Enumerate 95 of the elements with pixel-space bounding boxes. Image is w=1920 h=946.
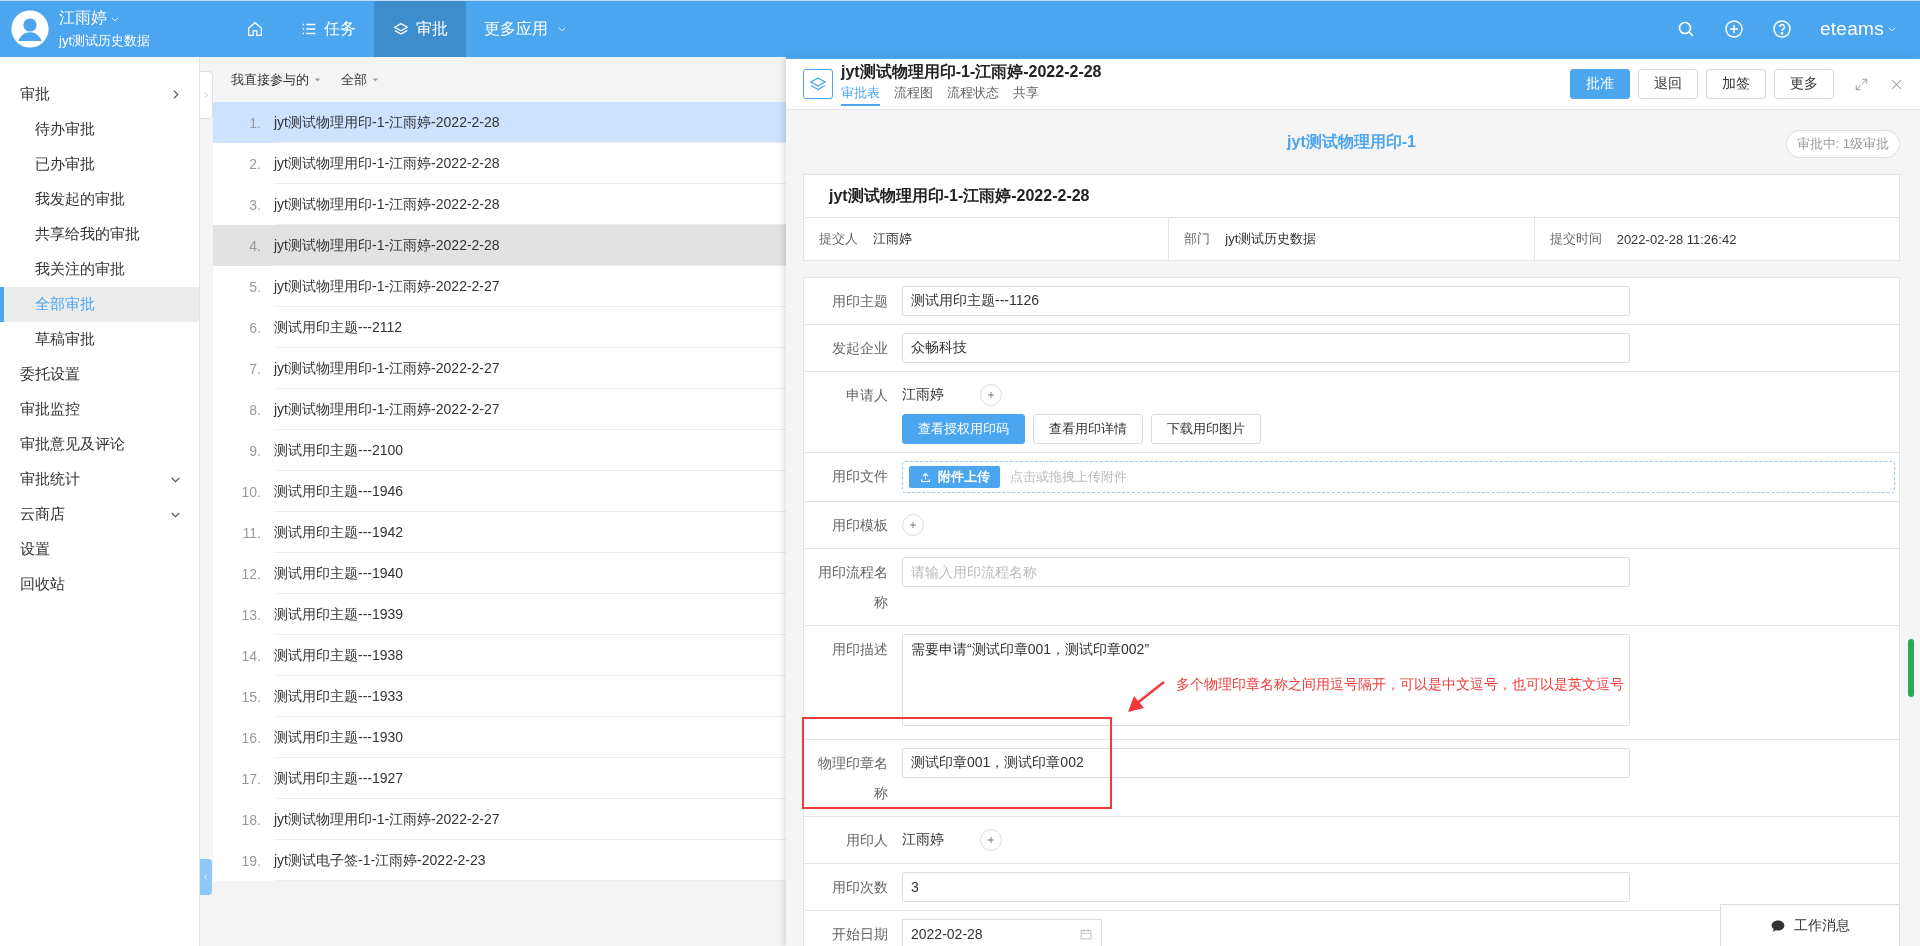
home-icon: [246, 20, 264, 38]
row-number: 15.: [240, 688, 262, 705]
chat-bubble-icon: [1770, 918, 1786, 934]
sidebar-item[interactable]: 回收站: [0, 567, 199, 602]
field-label: 提交时间: [1549, 230, 1602, 248]
organization-name: jyt测试历史数据: [59, 32, 150, 50]
plus-icon: [985, 834, 997, 846]
form-button[interactable]: 查看用印详情: [1033, 414, 1143, 444]
sidebar-item[interactable]: 设置: [0, 532, 199, 567]
input-field[interactable]: 测试用印主题---1126: [902, 286, 1630, 316]
field-label: 用印流程名称: [817, 563, 889, 612]
row-number: 11.: [241, 524, 262, 541]
date-field[interactable]: 2022-02-28: [902, 919, 1102, 946]
collapse-tab[interactable]: [200, 859, 212, 895]
sidebar-item[interactable]: 审批监控: [0, 392, 199, 427]
field-label: 物理印章名称: [817, 754, 889, 803]
detail-tab[interactable]: 共享: [1013, 84, 1039, 106]
input-field[interactable]: 众畅科技: [902, 333, 1630, 363]
annotation-text: 多个物理印章名称之间用逗号隔开，可以是中文逗号，也可以是英文逗号: [1176, 676, 1624, 694]
row-number: 7.: [248, 360, 262, 377]
upload-icon: [919, 470, 932, 484]
row-number: 1.: [248, 114, 262, 131]
sidebar-item[interactable]: 我发起的审批: [0, 182, 199, 217]
input-field[interactable]: 测试印章001，测试印章002: [902, 748, 1630, 778]
sidebar-item[interactable]: 已办审批: [0, 147, 199, 182]
input-field[interactable]: 请输入用印流程名称: [902, 557, 1630, 587]
row-number: 3.: [248, 196, 262, 213]
row-number: 9.: [248, 442, 262, 459]
field-value: jyt测试历史数据: [1225, 230, 1317, 248]
input-field[interactable]: 3: [902, 872, 1630, 902]
sidebar-item[interactable]: 委托设置: [0, 357, 199, 392]
upload-hint: 点击或拖拽上传附件: [1010, 468, 1127, 486]
row-number: 12.: [240, 565, 262, 582]
action-button[interactable]: 退回: [1638, 69, 1698, 99]
calendar-icon: [1079, 927, 1093, 941]
list-row[interactable]: 19. jyt测试电子签-1-江雨婷-2022-2-23: [213, 840, 786, 881]
row-number: 8.: [248, 401, 262, 418]
field-label: 申请人: [845, 386, 889, 405]
detail-tab[interactable]: 流程图: [894, 84, 933, 106]
field-value: 江雨婷: [873, 230, 912, 248]
status-badge: 审批中: 1级审批: [1785, 130, 1900, 158]
filter-dropdown[interactable]: 全部: [341, 70, 381, 89]
plus-icon: [907, 519, 919, 531]
sidebar-item[interactable]: 云商店: [0, 497, 199, 532]
field-label: 用印描述: [831, 640, 889, 659]
person-name: 江雨婷: [902, 386, 944, 404]
sidebar-item[interactable]: 审批: [0, 77, 199, 112]
scrollbar-thumb[interactable]: [1908, 639, 1914, 697]
field-label: 发起企业: [831, 339, 889, 358]
row-number: 18.: [240, 811, 262, 828]
filter-dropdown[interactable]: 我直接参与的: [231, 70, 323, 89]
sidebar-item[interactable]: 审批统计: [0, 462, 199, 497]
expand-icon[interactable]: [1854, 76, 1869, 92]
form-button[interactable]: 下载用印图片: [1151, 414, 1261, 444]
row-number: 14.: [240, 647, 262, 664]
row-number: 19.: [240, 852, 262, 869]
row-number: 5.: [248, 278, 262, 295]
row-title: jyt测试电子签-1-江雨婷-2022-2-23: [274, 840, 786, 881]
row-number: 17.: [240, 770, 262, 787]
row-number: 4.: [248, 237, 262, 254]
help-icon[interactable]: [1771, 19, 1792, 39]
field-label: 用印模板: [831, 516, 889, 535]
collapse-tab[interactable]: [200, 71, 213, 119]
field-label: 用印次数: [831, 878, 889, 897]
card-title: jyt测试物理用印-1-江雨婷-2022-2-28: [804, 175, 1899, 218]
field-label: 部门: [1184, 230, 1211, 248]
field-label: 用印人: [845, 831, 889, 850]
row-number: 10.: [240, 483, 262, 500]
plus-circle-icon[interactable]: [1723, 19, 1744, 39]
field-label: 用印文件: [831, 467, 889, 486]
row-number: 6.: [248, 319, 262, 336]
action-button[interactable]: 加签: [1706, 69, 1766, 99]
chat-button[interactable]: 工作消息: [1720, 904, 1900, 946]
sidebar-item[interactable]: 我关注的审批: [0, 252, 199, 287]
field-value: 2022-02-28 11:26:42: [1616, 231, 1737, 247]
plus-icon: [985, 389, 997, 401]
row-number: 2.: [248, 155, 262, 172]
avatar-icon[interactable]: [10, 9, 50, 49]
sidebar-item[interactable]: 共享给我的审批: [0, 217, 199, 252]
sidebar-item[interactable]: 草稿审批: [0, 322, 199, 357]
field-label: 提交人: [819, 230, 858, 248]
detail-tab[interactable]: 流程状态: [947, 84, 999, 106]
action-button[interactable]: 更多: [1774, 69, 1834, 99]
field-label: 开始日期: [831, 925, 889, 944]
row-number: 13.: [240, 606, 262, 623]
detail-title: jyt测试物理用印-1-江雨婷-2022-2-28: [841, 62, 1102, 82]
arrow-icon: [1126, 680, 1166, 714]
sidebar-item[interactable]: 审批意见及评论: [0, 427, 199, 462]
person-name: 江雨婷: [902, 831, 944, 849]
form-title: jyt测试物理用印-1: [1287, 131, 1416, 152]
nav-tab[interactable]: 审批: [374, 1, 466, 57]
row-number: 16.: [240, 729, 262, 746]
field-label: 用印主题: [831, 292, 889, 311]
sidebar-item[interactable]: 待办审批: [0, 112, 199, 147]
list-row[interactable]: 1. jyt测试物理用印-1-江雨婷-2022-2-28: [213, 102, 786, 143]
